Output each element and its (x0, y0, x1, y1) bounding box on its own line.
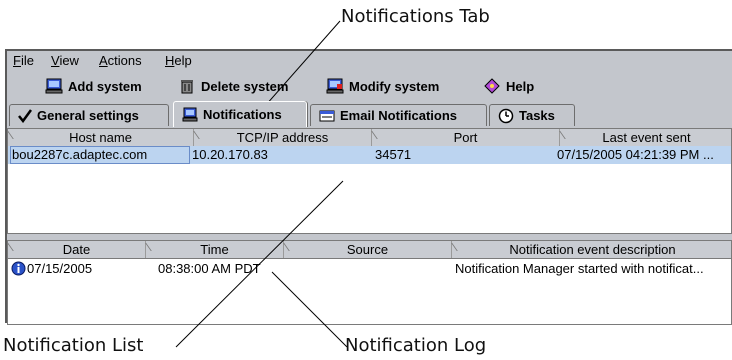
notification-log: Date Time Source Notification event desc… (7, 240, 732, 325)
tab-email-notifications[interactable]: Email Notifications (310, 104, 487, 126)
help-label: Help (506, 78, 535, 94)
help-icon (484, 78, 500, 94)
tab-notifications[interactable]: Notifications (173, 101, 307, 127)
column-header-date[interactable]: Date (8, 241, 146, 258)
tab-tasks[interactable]: Tasks (489, 104, 575, 126)
menu-file[interactable]: File (13, 53, 34, 68)
tab-email-notifications-label: Email Notifications (340, 108, 458, 123)
app-window: File View Actions Help Add system Delete… (5, 49, 732, 325)
tab-general-settings[interactable]: General settings (9, 104, 169, 126)
notification-log-header: Date Time Source Notification event desc… (8, 241, 731, 259)
callout-notifications-tab: Notifications Tab (341, 6, 490, 27)
date-cell: 07/15/2005 (27, 261, 93, 276)
column-header-time[interactable]: Time (145, 241, 284, 258)
menu-bar: File View Actions Help (7, 51, 732, 71)
port-cell: 34571 (375, 147, 412, 162)
tcpip-address-cell: 10.20.170.83 (192, 147, 268, 162)
notification-list: Host name TCP/IP address Port Last event… (7, 128, 732, 234)
menu-view[interactable]: View (51, 53, 79, 68)
checkmark-icon (18, 108, 32, 123)
column-header-host-name[interactable]: Host name (8, 129, 194, 146)
computer-icon (182, 107, 198, 121)
add-system-label: Add system (68, 78, 142, 94)
column-header-event-description[interactable]: Notification event description (451, 241, 731, 258)
modify-system-icon (326, 78, 344, 94)
help-button[interactable]: Help (483, 75, 534, 97)
table-row[interactable]: 07/15/2005 08:38:00 AM PDT Notification … (8, 260, 731, 278)
tab-strip: General settings Notifications Email Not… (7, 101, 732, 128)
email-icon (319, 110, 335, 121)
modify-system-button[interactable]: Modify system (326, 75, 439, 97)
delete-system-label: Delete system (201, 78, 289, 94)
add-system-icon (45, 78, 63, 94)
delete-system-icon (181, 80, 193, 94)
toolbar: Add system Delete system Modify system H… (7, 73, 732, 99)
modify-system-label: Modify system (349, 78, 440, 94)
add-system-button[interactable]: Add system (45, 75, 142, 97)
column-header-source[interactable]: Source (283, 241, 452, 258)
info-icon (11, 261, 26, 276)
notification-list-header: Host name TCP/IP address Port Last event… (8, 129, 731, 147)
column-header-port[interactable]: Port (371, 129, 560, 146)
callout-notification-log: Notification Log (345, 335, 487, 356)
tab-general-settings-label: General settings (37, 108, 139, 123)
host-name-cell: bou2287c.adaptec.com (10, 146, 190, 164)
column-header-last-event-sent[interactable]: Last event sent (559, 129, 731, 146)
clock-icon (498, 108, 514, 123)
callout-notification-list: Notification List (3, 335, 144, 356)
table-row[interactable]: bou2287c.adaptec.com 10.20.170.83 34571 … (8, 146, 731, 164)
event-description-cell: Notification Manager started with notifi… (455, 261, 704, 276)
last-event-sent-cell: 07/15/2005 04:21:39 PM ... (557, 147, 714, 162)
tab-tasks-label: Tasks (519, 108, 555, 123)
delete-system-button[interactable]: Delete system (178, 75, 288, 97)
tab-notifications-label: Notifications (203, 107, 282, 122)
menu-actions[interactable]: Actions (99, 53, 142, 68)
time-cell: 08:38:00 AM PDT (158, 261, 261, 276)
menu-help[interactable]: Help (165, 53, 192, 68)
column-header-tcpip-address[interactable]: TCP/IP address (193, 129, 372, 146)
